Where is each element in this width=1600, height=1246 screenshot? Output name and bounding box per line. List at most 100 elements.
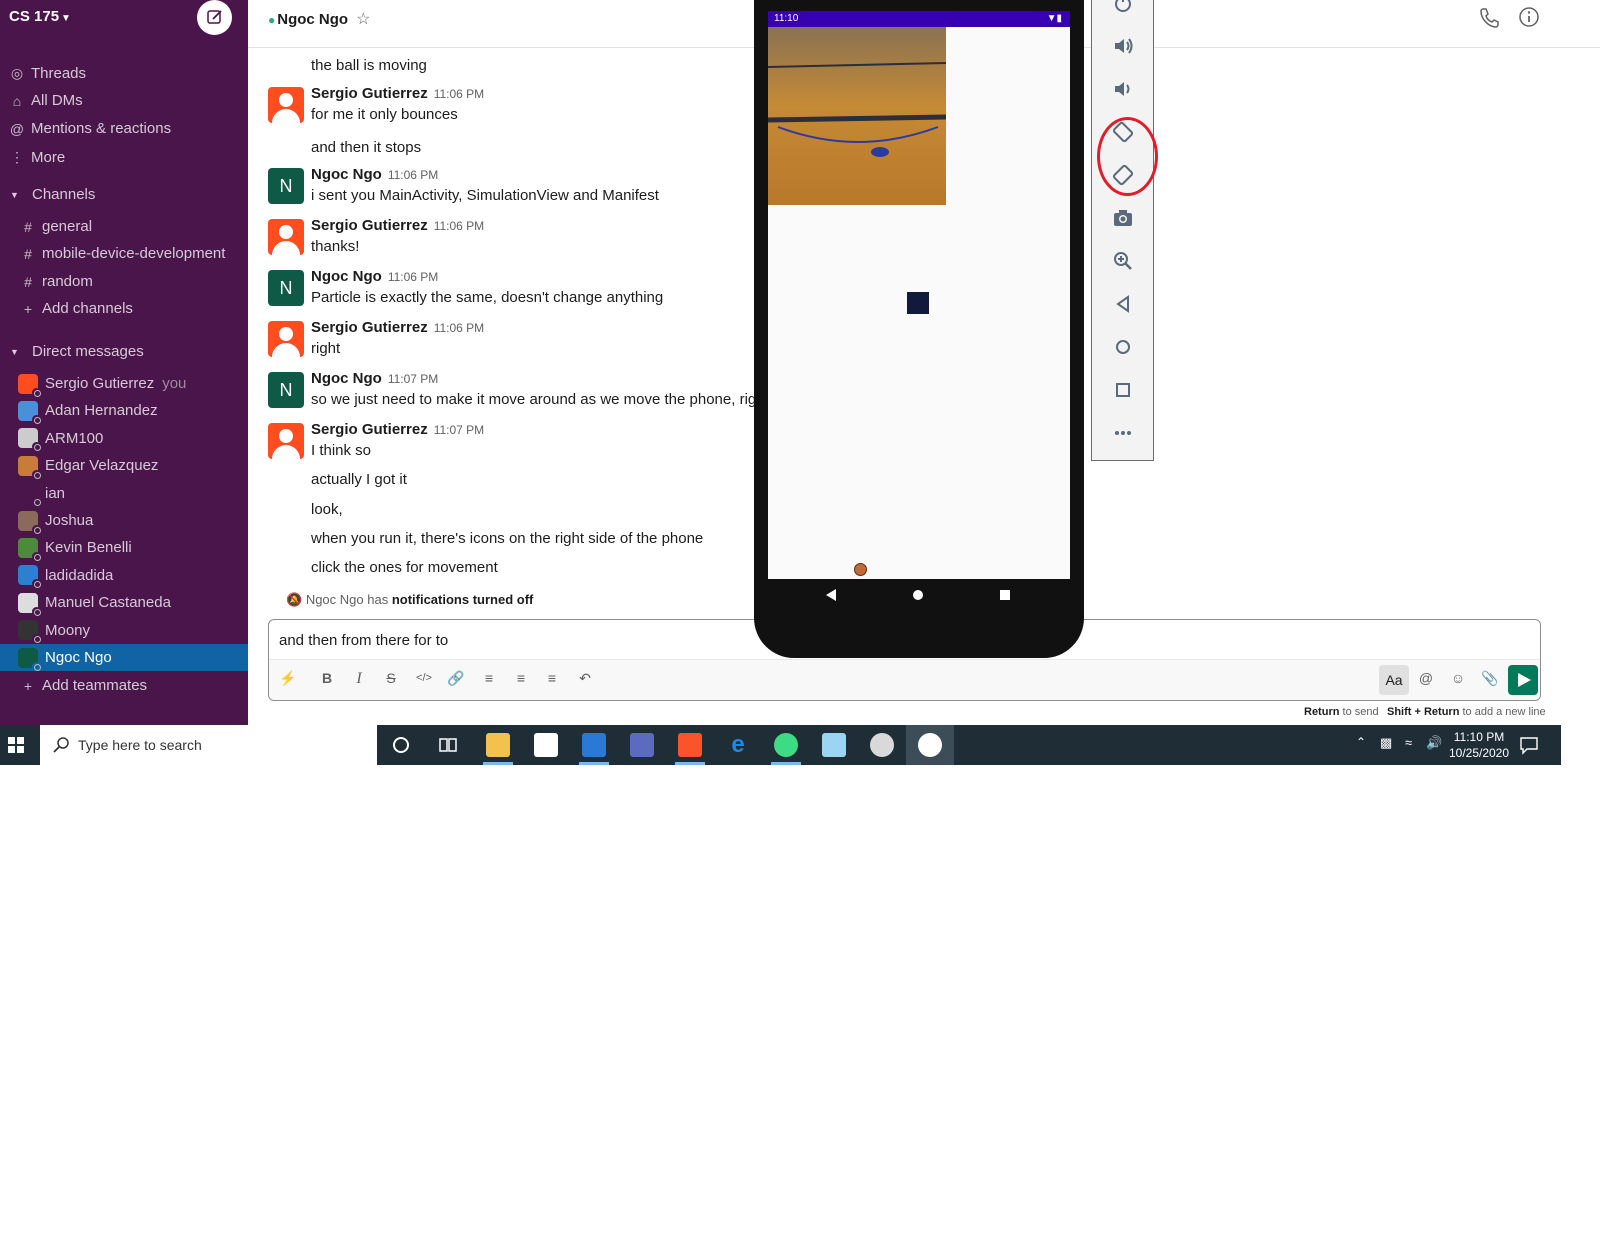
message-author[interactable]: Sergio Gutierrez 11:06 PM (311, 217, 484, 234)
sidebar-item-threads[interactable]: ◎ Threads (0, 60, 248, 87)
avatar[interactable]: N (268, 168, 304, 204)
home-icon[interactable] (1111, 335, 1135, 359)
add-channels-button[interactable]: + Add channels (0, 295, 248, 322)
overview-icon[interactable] (1111, 378, 1135, 402)
channel-item[interactable]: # mobile-device-development (0, 240, 248, 267)
message-author[interactable]: Sergio Gutierrez 11:07 PM (311, 421, 484, 438)
channels-section-header[interactable]: ▼ Channels (0, 186, 95, 203)
ordered-list-icon[interactable]: ≡ (478, 670, 500, 686)
add-teammates-button[interactable]: + Add teammates (0, 672, 248, 699)
file-explorer-icon[interactable] (486, 733, 510, 757)
italic-icon[interactable]: I (348, 670, 370, 688)
avatar[interactable] (268, 321, 304, 357)
star-icon[interactable]: ☆ (356, 11, 370, 28)
zoom-icon[interactable] (1111, 249, 1135, 273)
mention-icon[interactable]: @ (1415, 670, 1437, 686)
avatar[interactable] (268, 219, 304, 255)
volume-down-icon[interactable] (1111, 77, 1135, 101)
windows-start-icon[interactable] (8, 737, 24, 753)
media-player-icon[interactable] (582, 733, 606, 757)
channel-item[interactable]: # random (0, 268, 248, 295)
phone-call-icon[interactable] (1478, 6, 1500, 28)
volume-icon[interactable]: 🔊 (1426, 735, 1442, 751)
dm-item[interactable]: Kevin Benelli (0, 534, 248, 561)
clock[interactable]: 11:10 PM 10/25/2020 (1448, 729, 1510, 761)
blockquote-icon[interactable]: ≡ (541, 670, 563, 686)
attachment-icon[interactable]: 📎 (1479, 670, 1501, 687)
avatar (18, 455, 41, 479)
message-author[interactable]: Ngoc Ngo 11:07 PM (311, 370, 438, 387)
back-icon[interactable] (1111, 292, 1135, 316)
hash-icon: # (24, 273, 32, 290)
dm-item[interactable]: Edgar Velazquez (0, 452, 248, 479)
strikethrough-icon[interactable]: S (380, 670, 402, 686)
avatar[interactable] (268, 87, 304, 123)
message-timestamp[interactable]: 11:06 PM (434, 219, 484, 233)
show-hidden-icons-icon[interactable]: ⌃ (1356, 735, 1366, 749)
paint-icon[interactable] (870, 733, 894, 757)
sidebar-item-mentions-reactions[interactable]: @ Mentions & reactions (0, 115, 248, 142)
dm-item[interactable]: Ngoc Ngo (0, 644, 248, 671)
emulator-screen[interactable]: 11:10 ▼▮ (768, 11, 1070, 579)
avatar[interactable] (268, 423, 304, 459)
message-author[interactable]: Sergio Gutierrez 11:06 PM (311, 319, 484, 336)
channel-item[interactable]: # general (0, 213, 248, 240)
volume-up-icon[interactable] (1111, 34, 1135, 58)
dm-item[interactable]: Joshua (0, 507, 248, 534)
cortana-icon[interactable] (389, 733, 413, 757)
compose-button[interactable] (197, 0, 232, 35)
dm-item[interactable]: ARM100 (0, 425, 248, 452)
edge-browser-icon[interactable]: e (726, 733, 750, 757)
avatar[interactable]: N (268, 372, 304, 408)
app-icon[interactable] (822, 733, 846, 757)
message-author[interactable]: Ngoc Ngo 11:06 PM (311, 268, 438, 285)
task-view-icon[interactable] (436, 733, 460, 757)
avatar[interactable]: N (268, 270, 304, 306)
info-icon[interactable] (1518, 6, 1540, 28)
link-icon[interactable]: 🔗 (445, 670, 467, 687)
app-icon[interactable] (630, 733, 654, 757)
android-studio-icon[interactable] (774, 733, 798, 757)
camera-icon[interactable] (1111, 206, 1135, 230)
direct-messages-section-header[interactable]: ▼ Direct messages (0, 343, 144, 360)
power-icon[interactable] (1111, 0, 1135, 16)
shortcuts-icon[interactable]: ⚡ (277, 670, 299, 687)
message-author[interactable]: Ngoc Ngo 11:06 PM (311, 166, 438, 183)
formatting-toggle-button[interactable]: Aa (1379, 665, 1409, 695)
message-timestamp[interactable]: 11:06 PM (388, 270, 438, 284)
brave-browser-icon[interactable] (678, 733, 702, 757)
send-button[interactable] (1508, 665, 1538, 695)
dm-item[interactable]: Manuel Castaneda (0, 589, 248, 616)
dm-item[interactable]: Sergio Gutierrez you (0, 370, 248, 397)
emoji-icon[interactable]: ☺ (1447, 670, 1469, 686)
nav-recents-icon[interactable] (1000, 590, 1010, 600)
sidebar-item-all-dms[interactable]: ⌂ All DMs (0, 87, 248, 114)
message-timestamp[interactable]: 11:06 PM (434, 87, 484, 101)
network-icon[interactable]: ▩ (1380, 735, 1392, 751)
workspace-name[interactable]: CS 175 ▼ (9, 8, 71, 25)
dm-item[interactable]: ladidadida (0, 562, 248, 589)
message-timestamp[interactable]: 11:07 PM (388, 372, 438, 386)
message-timestamp[interactable]: 11:06 PM (434, 321, 484, 335)
bold-icon[interactable]: B (316, 670, 338, 686)
dm-item[interactable]: ian (0, 480, 248, 507)
nav-back-icon[interactable] (826, 589, 836, 601)
message-timestamp[interactable]: 11:06 PM (388, 168, 438, 182)
message-author[interactable]: Sergio Gutierrez 11:06 PM (311, 85, 484, 102)
bulleted-list-icon[interactable]: ≡ (510, 670, 532, 686)
nav-home-icon[interactable] (913, 590, 923, 600)
more-icon[interactable] (1111, 421, 1135, 445)
taskbar-search-box[interactable]: Type here to search (40, 725, 377, 765)
code-icon[interactable]: </> (413, 672, 435, 684)
conversation-title[interactable]: ● Ngoc Ngo ☆ (268, 9, 370, 29)
dm-item[interactable]: Adan Hernandez (0, 397, 248, 424)
message-timestamp[interactable]: 11:07 PM (434, 423, 484, 437)
code-block-icon[interactable]: ↶ (574, 670, 596, 687)
wifi-icon[interactable]: ≈ (1405, 735, 1412, 750)
notifications-icon[interactable] (1519, 735, 1539, 755)
message-input[interactable]: and then from there for to (279, 632, 448, 649)
store-icon[interactable] (534, 733, 558, 757)
emulator-app-icon[interactable] (918, 733, 942, 757)
dm-item[interactable]: Moony (0, 617, 248, 644)
sidebar-item-more[interactable]: ⋮ More (0, 144, 248, 171)
